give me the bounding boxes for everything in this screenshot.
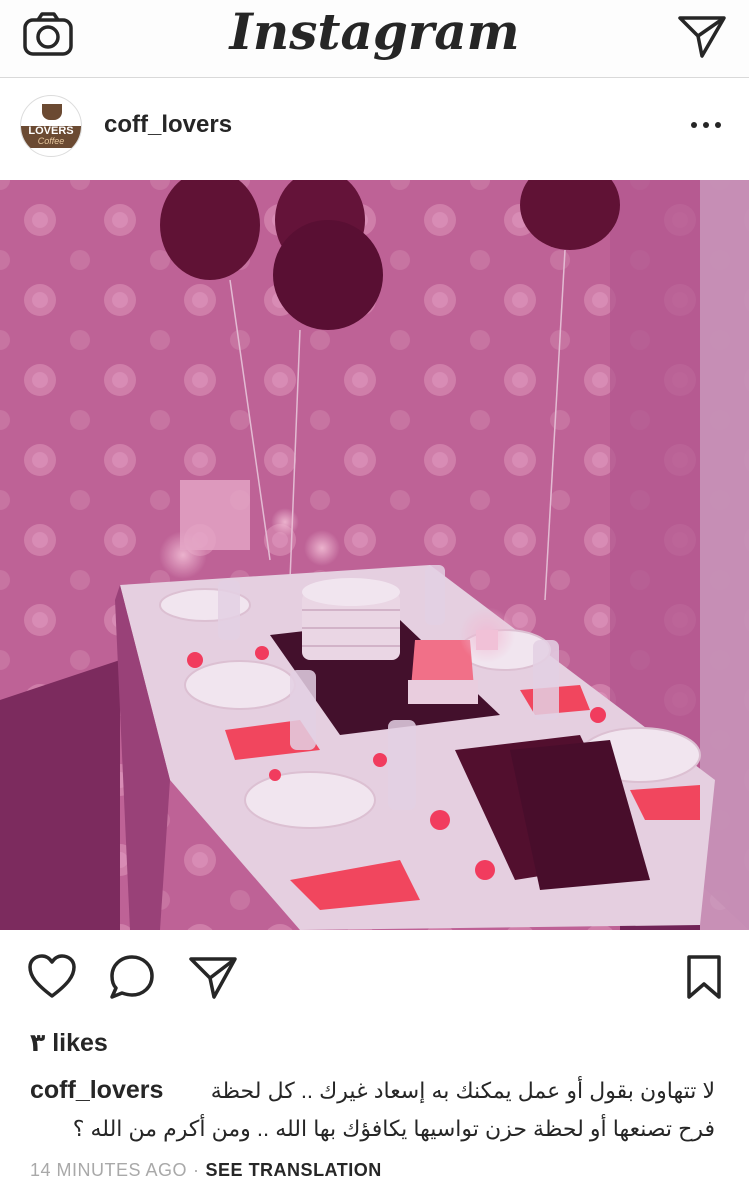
share-icon[interactable] [188,954,238,1000]
post-photo[interactable] [0,180,749,930]
bookmark-icon[interactable] [686,954,722,1000]
comment-icon[interactable] [108,954,156,1000]
post-actions [0,940,749,1016]
app-logo: Instagram [229,2,520,61]
post-photo-illustration [0,180,749,930]
post-timestamp: 14 MINUTES AGO [30,1160,188,1180]
direct-message-icon[interactable] [676,12,728,58]
more-horizontal-icon[interactable] [688,115,724,135]
see-translation-link[interactable]: SEE TRANSLATION [206,1160,382,1180]
meta-separator: · [193,1160,200,1180]
top-navigation-bar: Instagram [0,0,749,78]
caption-text-line-2: فرح تصنعها أو لحظة حزن تواسيها يكافؤك به… [72,1116,715,1141]
coffee-cup-icon [42,104,62,120]
avatar-logo-subtext: Coffee [37,136,65,146]
likes-count[interactable]: ٣ likes [30,1028,108,1058]
post-header: LOVERS Coffee coff_lovers [0,79,749,179]
avatar[interactable]: LOVERS Coffee [20,95,82,157]
caption-username[interactable]: coff_lovers [30,1076,163,1105]
post-meta: 14 MINUTES AGO · SEE TRANSLATION [30,1160,382,1181]
post-username[interactable]: coff_lovers [104,111,232,139]
caption-text-line-1: لا تتهاون بقول أو عمل يمكنك به إسعاد غير… [210,1078,715,1103]
heart-icon[interactable] [28,954,76,1000]
